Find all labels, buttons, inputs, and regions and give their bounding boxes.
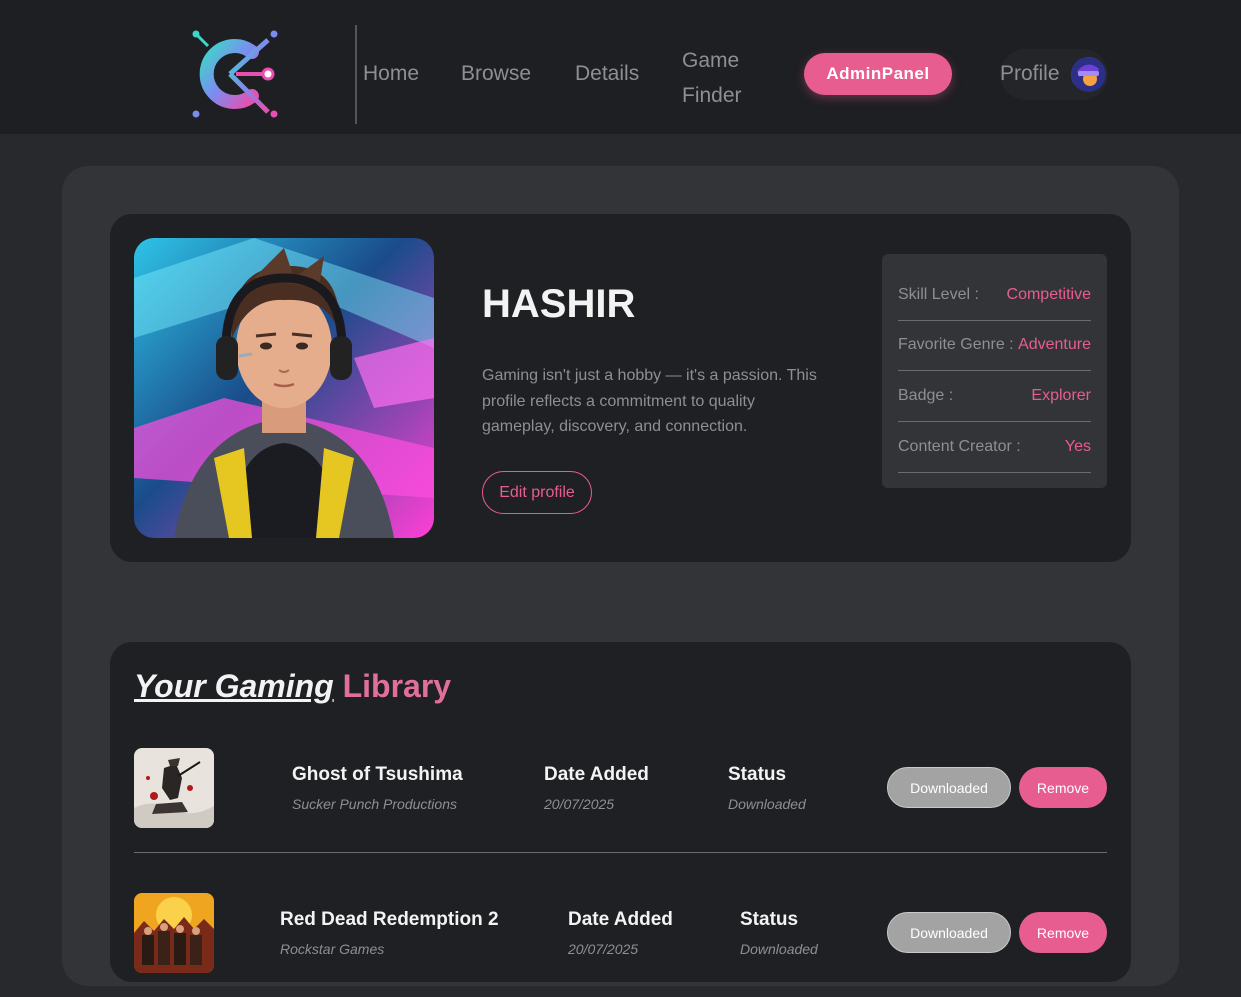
stat-key: Favorite Genre : [898,336,1014,353]
remove-button[interactable]: Remove [1019,912,1107,953]
nav-home-link[interactable]: Home [363,62,419,86]
nav-divider [355,25,357,124]
site-logo-icon[interactable] [190,28,282,120]
stat-content-creator: Content Creator : Yes [898,422,1091,473]
stat-key: Content Creator : [898,438,1021,455]
library-row-divider [134,852,1107,853]
stat-key: Badge : [898,387,954,404]
library-row: Ghost of Tsushima Sucker Punch Productio… [134,748,1107,852]
profile-stats-panel: Skill Level : Competitive Favorite Genre… [882,254,1107,488]
profile-menu[interactable]: Profile [1000,49,1108,100]
game-name: Ghost of Tsushima [292,764,463,785]
game-developer: Sucker Punch Productions [292,796,457,812]
game-developer: Rockstar Games [280,941,385,957]
status-header: Status [728,764,787,785]
profile-bio: Gaming isn't just a hobby — it's a passi… [482,367,817,435]
stat-value: Yes [1064,438,1091,455]
profile-card: HASHIR Gaming isn't just a hobby — it's … [110,214,1131,562]
profile-username: HASHIR [482,282,636,326]
stat-value: Competitive [1006,286,1091,303]
profile-label: Profile [1000,62,1060,85]
library-title: Your Gaming Library [134,668,451,705]
stat-value: Explorer [1031,387,1091,404]
stat-value: Adventure [1018,336,1091,353]
date-added-header: Date Added [568,909,673,930]
library-row: Red Dead Redemption 2 Rockstar Games Dat… [134,893,1107,997]
top-navbar: Home Browse Details Game Finder AdminPan… [0,0,1241,134]
remove-button[interactable]: Remove [1019,767,1107,808]
nav-game-finder-link[interactable]: Game Finder [682,43,762,113]
stat-skill-level: Skill Level : Competitive [898,270,1091,321]
profile-avatar [1071,57,1106,92]
date-added-value: 20/07/2025 [544,796,615,812]
library-title-part1: Your Gaming [134,668,334,704]
admin-panel-button[interactable]: AdminPanel [804,53,952,95]
profile-photo [134,238,434,538]
game-thumbnail[interactable] [134,748,214,828]
downloaded-button[interactable]: Downloaded [887,767,1011,808]
stat-favorite-genre: Favorite Genre : Adventure [898,320,1091,371]
nav-browse-link[interactable]: Browse [461,62,531,86]
edit-profile-button[interactable]: Edit profile [482,471,592,514]
stat-badge: Badge : Explorer [898,371,1091,422]
library-title-part2: Library [342,668,452,704]
nav-details-link[interactable]: Details [575,62,639,86]
status-value: Downloaded [740,941,818,957]
game-thumbnail[interactable] [134,893,214,973]
date-added-value: 20/07/2025 [568,941,639,957]
gaming-library-card: Your Gaming Library Ghost of Tsushima Su… [110,642,1131,982]
status-header: Status [740,909,799,930]
date-added-header: Date Added [544,764,649,785]
game-name: Red Dead Redemption 2 [280,909,499,930]
status-value: Downloaded [728,796,806,812]
downloaded-button[interactable]: Downloaded [887,912,1011,953]
stat-key: Skill Level : [898,286,979,303]
